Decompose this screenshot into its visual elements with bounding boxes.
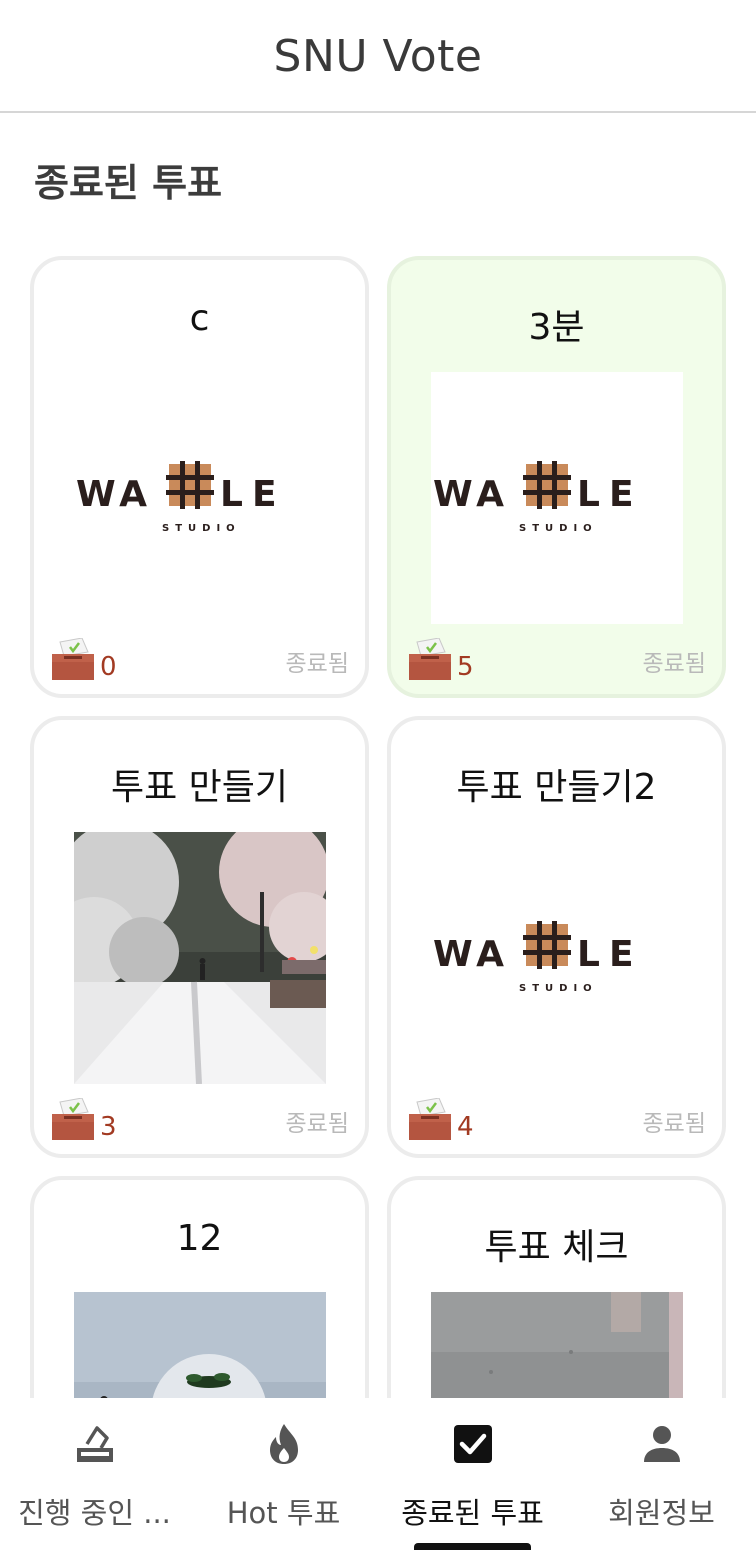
nav-label: 진행 중인 ... — [18, 1496, 171, 1530]
nav-item-hot-votes[interactable]: Hot 투표 — [189, 1398, 378, 1550]
svg-text:LE: LE — [220, 474, 286, 515]
status-label: 종료됨 — [285, 651, 349, 677]
poll-title: 투표 만들기 — [110, 767, 289, 808]
poll-card[interactable]: 12 — [30, 1176, 369, 1398]
pavement-photo — [431, 1292, 683, 1398]
poll-title: 12 — [176, 1218, 223, 1259]
nav-item-profile[interactable]: 회원정보 — [567, 1398, 756, 1550]
nav-label: 종료된 투표 — [401, 1496, 544, 1530]
vote-count: 0 — [100, 652, 117, 682]
poll-card[interactable]: c WA LE STUDIO 0 종료됨 — [30, 256, 369, 698]
status-label: 종료됨 — [285, 1111, 349, 1137]
nav-label: 회원정보 — [608, 1496, 715, 1530]
vote-count: 3 — [100, 1112, 117, 1142]
svg-text:STUDIO: STUDIO — [162, 523, 241, 534]
waffle-studio-logo: WA LE STUDIO — [431, 832, 683, 1084]
nav-item-ongoing-votes[interactable]: 진행 중인 ... — [0, 1398, 189, 1550]
poll-card[interactable]: 투표 체크 — [387, 1176, 726, 1398]
ballot-icon — [76, 1426, 113, 1462]
poll-card[interactable]: 3분 WA LE STUDIO 5 종료됨 — [387, 256, 726, 698]
ballot-box-icon — [52, 638, 94, 680]
checkbox-icon — [453, 1425, 492, 1463]
poll-grid: c WA LE STUDIO 0 종료됨 3분 WA LE STUDIO 5 종… — [30, 256, 726, 1398]
status-label: 종료됨 — [642, 1111, 706, 1137]
svg-text:WA: WA — [433, 934, 509, 975]
waffle-studio-logo: WA LE STUDIO — [74, 372, 326, 624]
poll-title: 투표 체크 — [484, 1227, 629, 1268]
status-label: 종료됨 — [642, 651, 706, 677]
ballot-box-icon — [409, 638, 451, 680]
svg-text:STUDIO: STUDIO — [519, 523, 598, 534]
waffle-studio-logo: WA LE STUDIO — [431, 372, 683, 624]
app-bar: SNU Vote — [0, 0, 756, 113]
poll-card[interactable]: 투표 만들기 3 종료됨 — [30, 716, 369, 1158]
vote-count: 4 — [457, 1112, 474, 1142]
svg-text:WA: WA — [433, 474, 509, 515]
vote-count: 5 — [457, 652, 474, 682]
person-icon — [643, 1426, 680, 1462]
app-title: SNU Vote — [273, 31, 483, 82]
snowman-photo — [74, 1292, 326, 1398]
fire-icon — [269, 1424, 298, 1464]
bottom-navigation: 진행 중인 ... Hot 투표 종료된 투표 회원정보 — [0, 1398, 756, 1550]
svg-text:LE: LE — [577, 474, 643, 515]
section-title: 종료된 투표 — [34, 161, 223, 205]
poll-title: 투표 만들기2 — [456, 767, 657, 808]
poll-card[interactable]: 투표 만들기2 WA LE STUDIO 4 종료됨 — [387, 716, 726, 1158]
active-tab-indicator — [414, 1543, 531, 1550]
nav-item-ended-votes[interactable]: 종료된 투표 — [378, 1398, 567, 1550]
svg-text:WA: WA — [76, 474, 152, 515]
poll-title: c — [189, 298, 210, 339]
nav-label: Hot 투표 — [226, 1496, 341, 1530]
ballot-box-icon — [52, 1098, 94, 1140]
poll-title: 3분 — [528, 307, 585, 348]
svg-text:STUDIO: STUDIO — [519, 983, 598, 994]
svg-text:LE: LE — [577, 934, 643, 975]
snowy-street-photo — [74, 832, 326, 1084]
ballot-box-icon — [409, 1098, 451, 1140]
